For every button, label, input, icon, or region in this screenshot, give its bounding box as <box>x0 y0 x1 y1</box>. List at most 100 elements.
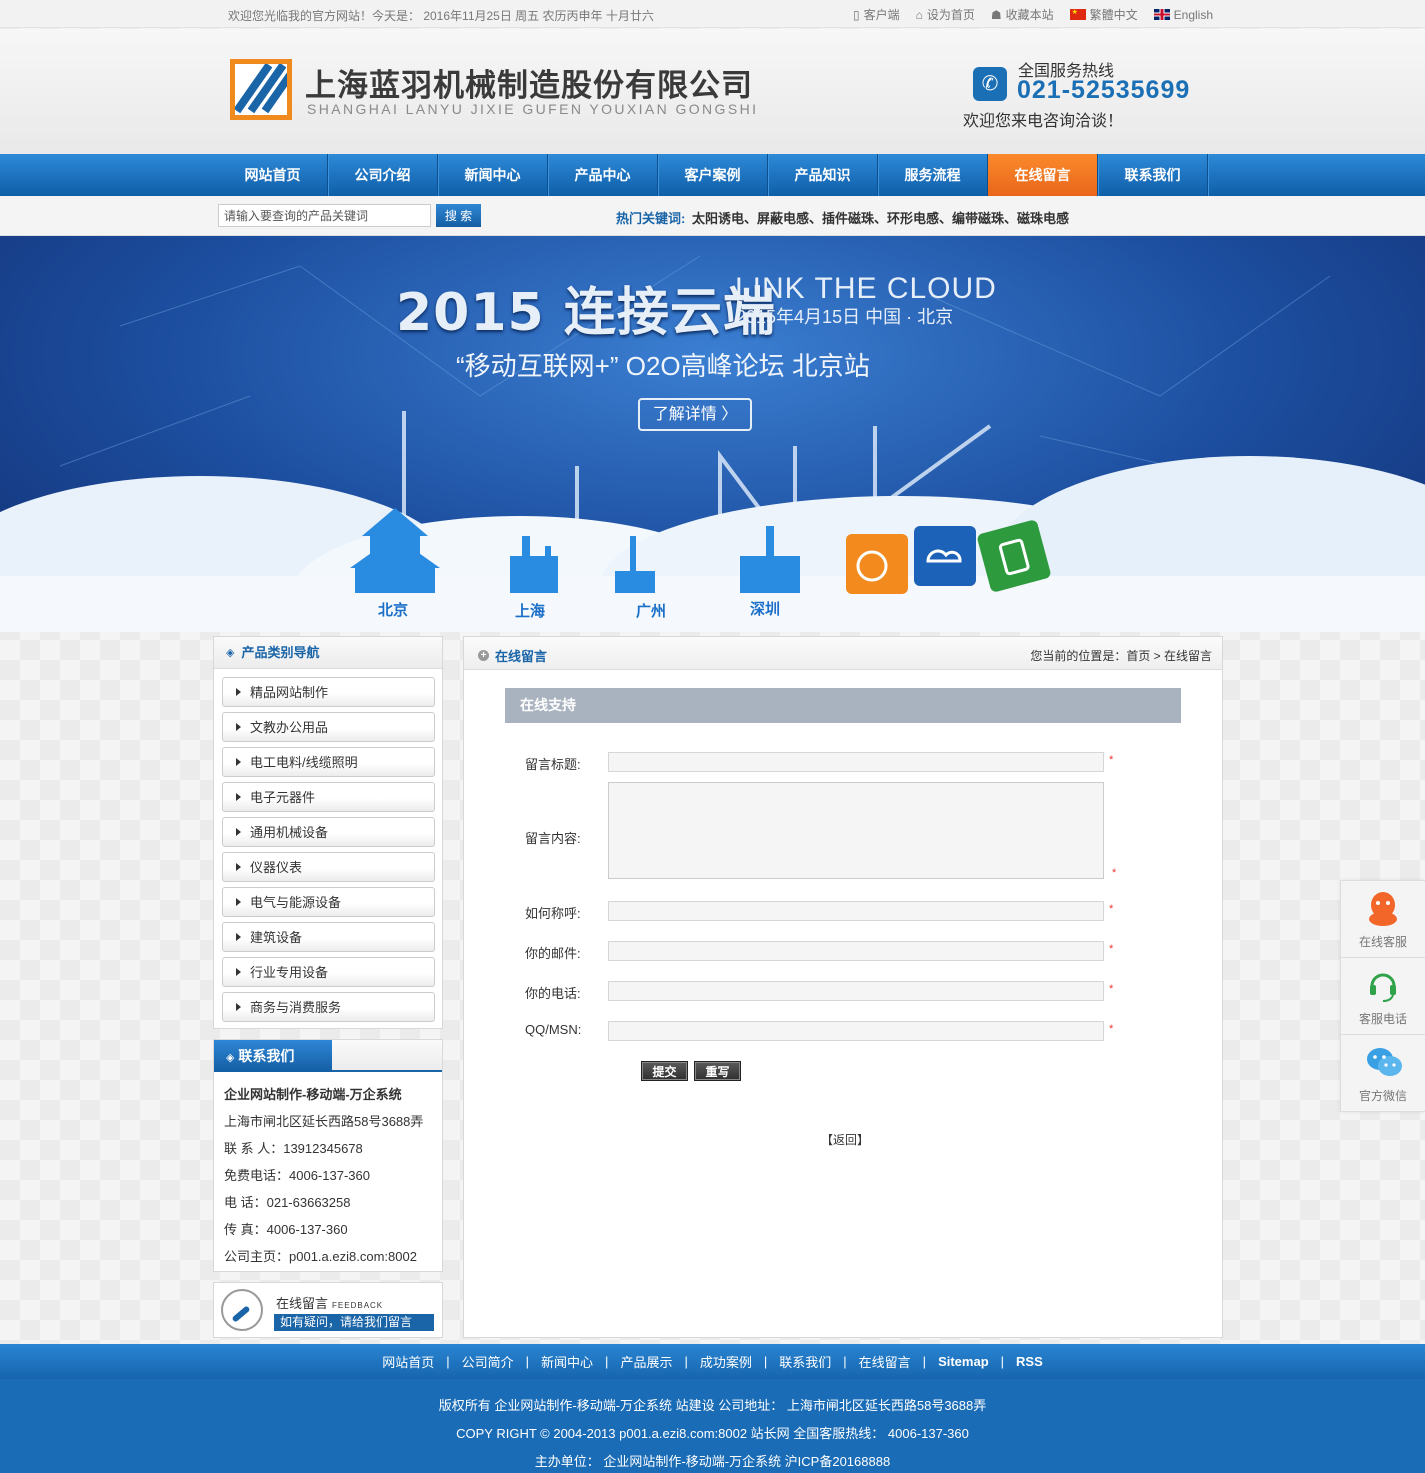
nav-knowledge[interactable]: 产品知识 <box>768 154 878 196</box>
footer-separator: | <box>1000 1354 1005 1369</box>
nav-home[interactable]: 网站首页 <box>218 154 328 196</box>
company-name-en: SHANGHAI LANYU JIXIE GUFEN YOUXIAN GONGS… <box>307 101 759 117</box>
qq-field[interactable] <box>608 1021 1104 1041</box>
nav-about[interactable]: 公司介绍 <box>328 154 438 196</box>
phone-label: 你的电话: <box>525 986 581 1001</box>
category-item[interactable]: 通用机械设备 <box>222 817 435 847</box>
floating-service-bar: 在线客服 客服电话 官方微信 <box>1340 880 1425 1112</box>
footer-link-news[interactable]: 新闻中心 <box>541 1352 593 1371</box>
client-link[interactable]: ▯ 客户端 <box>853 6 900 23</box>
footer-link-products[interactable]: 产品展示 <box>620 1352 672 1371</box>
required-mark: * <box>1112 867 1117 879</box>
contact-panel: ◈ 联系我们 企业网站制作-移动端-万企系统 上海市闸北区延长西路58号3688… <box>213 1039 443 1272</box>
banner-subtitle: “移动互联网+” O2O高峰论坛 北京站 <box>456 351 870 381</box>
banner-date: 2015年4月15日 中国 · 北京 <box>736 307 954 327</box>
footer: 版权所有 企业网站制作-移动端-万企系统 站建设 公司地址： 上海市闸北区延长西… <box>0 1379 1425 1473</box>
nav-cases[interactable]: 客户案例 <box>658 154 768 196</box>
nav-service-flow[interactable]: 服务流程 <box>878 154 988 196</box>
qq-label: QQ/MSN: <box>525 1022 582 1037</box>
arrow-right-icon <box>236 688 241 696</box>
category-item[interactable]: 电工电料/线缆照明 <box>222 747 435 777</box>
name-label: 如何称呼: <box>525 906 581 921</box>
city-shanghai: 上海 <box>515 603 546 620</box>
category-item[interactable]: 商务与消费服务 <box>222 992 435 1022</box>
traditional-chinese-link[interactable]: 繁體中文 <box>1069 6 1138 23</box>
breadcrumb[interactable]: 您当前的位置是：首页 > 在线留言 <box>1030 647 1212 664</box>
name-field[interactable] <box>608 901 1104 921</box>
support-bar: 在线支持 <box>505 688 1181 723</box>
category-item[interactable]: 电气与能源设备 <box>222 887 435 917</box>
category-item[interactable]: 建筑设备 <box>222 922 435 952</box>
footer-link-home[interactable]: 网站首页 <box>382 1352 434 1371</box>
nav-items: 网站首页 公司介绍 新闻中心 产品中心 客户案例 产品知识 服务流程 在线留言 … <box>218 154 1208 196</box>
category-item[interactable]: 文教办公用品 <box>222 712 435 742</box>
message-panel-header: + 在线留言 您当前的位置是：首页 > 在线留言 <box>464 637 1222 670</box>
phone-field[interactable] <box>608 981 1104 1001</box>
contact-person: 联 系 人：13912345678 <box>224 1141 363 1156</box>
arrow-right-icon <box>236 933 241 941</box>
contact-panel-header: ◈ 联系我们 <box>214 1040 442 1072</box>
footer-separator: | <box>684 1354 688 1369</box>
qq-icon <box>1369 892 1397 926</box>
content-textarea[interactable] <box>608 782 1104 879</box>
contact-company: 企业网站制作-移动端-万企系统 <box>224 1087 402 1102</box>
nav-news[interactable]: 新闻中心 <box>438 154 548 196</box>
category-item[interactable]: 行业专用设备 <box>222 957 435 987</box>
footer-link-rss[interactable]: RSS <box>1016 1354 1043 1369</box>
required-mark: * <box>1109 754 1114 766</box>
english-link[interactable]: English <box>1153 6 1213 23</box>
contact-free-phone: 免费电话：4006-137-360 <box>224 1168 370 1183</box>
mobile-icon: ▯ <box>852 7 860 22</box>
contact-homepage[interactable]: 公司主页：p001.a.ezi8.com:8002 <box>224 1246 417 1265</box>
hot-keywords-label: 热门关键词: <box>616 211 686 226</box>
hotline-tip: 欢迎您来电咨询洽谈！ <box>963 113 1124 130</box>
contact-fax: 传 真：4006-137-360 <box>224 1222 348 1237</box>
footer-link-message[interactable]: 在线留言 <box>859 1352 911 1371</box>
city-beijing: 北京 <box>378 602 409 619</box>
title-label: 留言标题: <box>525 757 581 772</box>
welcome-text: 欢迎您光临我的官方网站！今天是： 2016年11月25日 周五 农历丙申年 十月… <box>228 9 654 23</box>
wechat-button[interactable]: 官方微信 <box>1341 1035 1425 1112</box>
feedback-banner[interactable]: 在线留言 FEEDBACK 如有疑问，请给我们留言 <box>213 1282 443 1338</box>
set-homepage-link[interactable]: ⌂ 设为首页 <box>916 6 975 23</box>
search-input[interactable] <box>218 204 431 227</box>
footer-separator: | <box>446 1354 450 1369</box>
company-logo[interactable] <box>230 59 292 120</box>
email-label: 你的邮件: <box>525 946 581 961</box>
hot-keywords[interactable]: 太阳诱电、屏蔽电感、插件磁珠、环形电感、编带磁珠、磁珠电感 <box>692 208 1069 227</box>
nav-contact[interactable]: 联系我们 <box>1098 154 1208 196</box>
back-link[interactable]: 【返回】 <box>821 1131 869 1148</box>
footer-link-contact[interactable]: 联系我们 <box>779 1352 831 1371</box>
category-item[interactable]: 电子元器件 <box>222 782 435 812</box>
wechat-icon <box>1367 1048 1402 1076</box>
search-button[interactable]: 搜 索 <box>436 204 481 227</box>
online-service-button[interactable]: 在线客服 <box>1341 881 1425 958</box>
footer-link-about[interactable]: 公司简介 <box>462 1352 514 1371</box>
title-field[interactable] <box>608 752 1104 772</box>
email-field[interactable] <box>608 941 1104 961</box>
footer-link-sitemap[interactable]: Sitemap <box>938 1354 989 1369</box>
contact-phone: 电 话：021-63663258 <box>224 1195 351 1210</box>
banner-detail-button[interactable]: 了解详情 〉 <box>638 398 752 431</box>
top-links: ▯客户端 ⌂设为首页 ☗收藏本站 繁體中文 English <box>853 6 1213 23</box>
footer-copyright: 版权所有 企业网站制作-移动端-万企系统 站建设 公司地址： 上海市闸北区延长西… <box>438 1398 987 1413</box>
nav-products[interactable]: 产品中心 <box>548 154 658 196</box>
nav-message[interactable]: 在线留言 <box>988 154 1098 196</box>
diamond-icon: ◈ <box>226 646 235 659</box>
category-panel: ◈ 产品类别导航 精品网站制作 文教办公用品 电工电料/线缆照明 电子元器件 通… <box>213 636 443 1029</box>
contact-address: 上海市闸北区延长西路58号3688弄 <box>224 1114 424 1129</box>
feedback-prompt: 如有疑问，请给我们留言 <box>274 1314 434 1331</box>
reset-button[interactable]: 重写 <box>694 1061 741 1081</box>
submit-button[interactable]: 提交 <box>641 1061 688 1081</box>
bookmark-link[interactable]: ☗ 收藏本站 <box>991 6 1054 23</box>
required-mark: * <box>1109 943 1114 955</box>
footer-link-cases[interactable]: 成功案例 <box>700 1352 752 1371</box>
category-item[interactable]: 仪器仪表 <box>222 852 435 882</box>
service-phone-button[interactable]: 客服电话 <box>1341 958 1425 1035</box>
message-panel: + 在线留言 您当前的位置是：首页 > 在线留言 在线支持 留言标题: * 留言内… <box>463 636 1223 1338</box>
footer-separator: | <box>843 1354 847 1369</box>
banner[interactable]: 2015 连接云端 LINK THE CLOUD 2015年4月15日 中国 ·… <box>0 236 1425 632</box>
category-title: 产品类别导航 <box>241 644 320 660</box>
category-item[interactable]: 精品网站制作 <box>222 677 435 707</box>
bookmark-icon: ☗ <box>990 7 1002 22</box>
